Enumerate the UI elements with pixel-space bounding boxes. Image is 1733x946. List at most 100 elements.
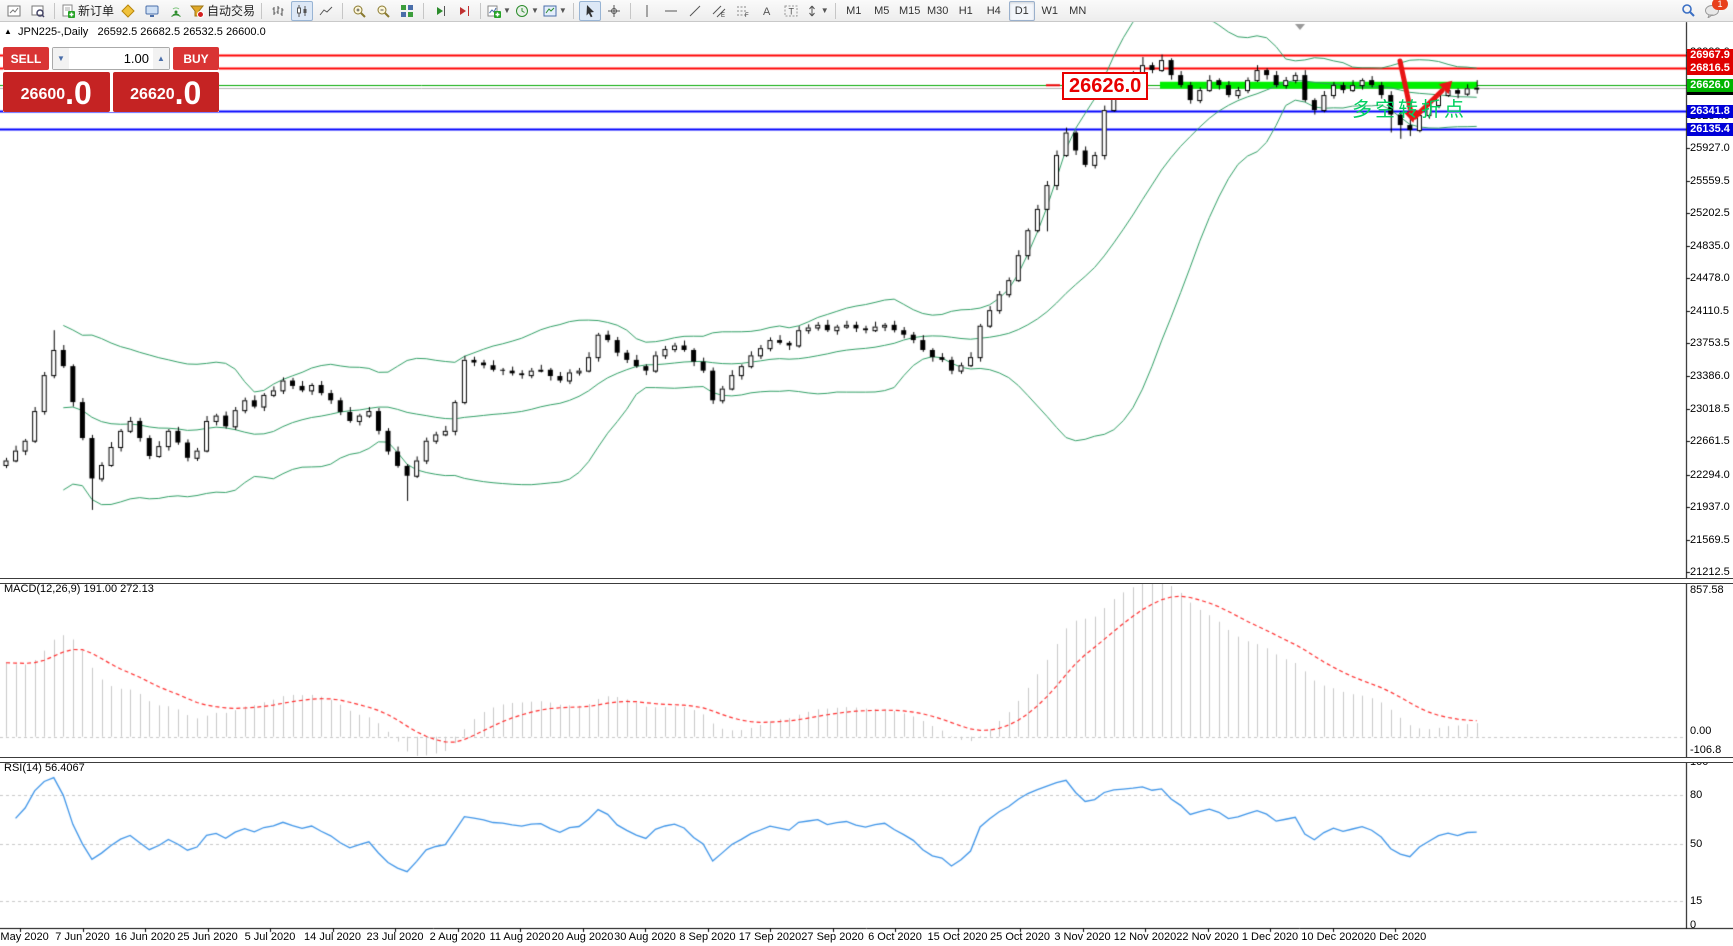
sell-price-display[interactable]: 26600 .0 xyxy=(3,72,110,112)
depth-of-market-icon[interactable] xyxy=(117,1,139,21)
crosshair-tool-icon[interactable] xyxy=(603,1,625,21)
date-axis-label: 5 Jul 2020 xyxy=(245,931,296,943)
fibonacci-tool-icon[interactable]: F xyxy=(732,1,754,21)
price-axis-tick: 25202.5 xyxy=(1690,207,1733,220)
date-axis-label: 8 Sep 2020 xyxy=(679,931,735,943)
signals-icon[interactable] xyxy=(165,1,187,21)
rsi-axis-label: 50 xyxy=(1690,838,1702,850)
price-axis-tick: 23386.0 xyxy=(1690,370,1733,383)
price-axis-tick: 25559.5 xyxy=(1690,175,1733,188)
price-axis-tick: 22661.5 xyxy=(1690,435,1733,448)
line-chart-type-icon[interactable] xyxy=(315,1,337,21)
symbol-period-label: JPN225-,Daily xyxy=(18,26,88,38)
svg-text:F: F xyxy=(745,13,749,18)
macd-axis-label: 0.00 xyxy=(1690,725,1711,737)
macd-panel-separator[interactable] xyxy=(0,578,1733,584)
buy-button[interactable]: BUY xyxy=(173,47,219,70)
templates-menu-icon[interactable]: ▼ xyxy=(542,1,568,21)
price-axis-tick: 23753.5 xyxy=(1690,337,1733,350)
price-axis-tick: 22294.0 xyxy=(1690,469,1733,482)
timeframe-button-m1[interactable]: M1 xyxy=(841,1,867,21)
price-axis-tick: 25927.0 xyxy=(1690,142,1733,155)
rsi-panel-separator[interactable] xyxy=(0,757,1733,763)
notifications-icon[interactable]: 1 xyxy=(1701,1,1723,21)
toolbar-separator xyxy=(835,3,836,19)
price-axis-tick: 21937.0 xyxy=(1690,501,1733,514)
dropdown-arrow-icon: ▼ xyxy=(821,6,829,15)
macd-axis-label: 857.58 xyxy=(1690,584,1724,596)
bar-chart-type-icon[interactable] xyxy=(267,1,289,21)
ohlc-readout: 26592.5 26682.5 26532.5 26600.0 xyxy=(97,26,265,38)
timeframe-button-h1[interactable]: H1 xyxy=(953,1,979,21)
tile-windows-icon[interactable] xyxy=(396,1,418,21)
date-axis-label: 6 Oct 2020 xyxy=(868,931,922,943)
text-label-tool-icon[interactable]: T xyxy=(780,1,802,21)
date-axis-label: 7 Jun 2020 xyxy=(55,931,109,943)
date-axis-label: 8 May 2020 xyxy=(0,931,49,943)
chart-header: ▲ JPN225-,Daily 26592.5 26682.5 26532.5 … xyxy=(4,26,266,38)
zoom-out-icon[interactable] xyxy=(372,1,394,21)
sell-button[interactable]: SELL xyxy=(3,47,49,70)
timeframe-button-w1[interactable]: W1 xyxy=(1037,1,1063,21)
channel-tool-icon[interactable]: E xyxy=(708,1,730,21)
symbol-marker-icon: ▲ xyxy=(4,27,12,36)
price-line-label: 26967.9 xyxy=(1687,49,1733,62)
date-axis-label: 22 Nov 2020 xyxy=(1176,931,1238,943)
macd-indicator-label: MACD(12,26,9) 191.00 272.13 xyxy=(4,583,154,595)
date-axis-label: 12 Nov 2020 xyxy=(1114,931,1176,943)
candlestick-type-icon[interactable] xyxy=(291,1,313,21)
buy-price-display[interactable]: 26620 .0 xyxy=(113,72,220,112)
volume-increase-button[interactable]: ▲ xyxy=(153,48,169,69)
chart-shift-icon[interactable] xyxy=(453,1,475,21)
date-axis-label: 23 Jul 2020 xyxy=(367,931,424,943)
timeframe-button-m30[interactable]: M30 xyxy=(925,1,951,21)
turning-point-note[interactable]: 多空转折点 xyxy=(1352,93,1467,122)
trendline-tool-icon[interactable] xyxy=(684,1,706,21)
date-axis-label: 14 Jul 2020 xyxy=(304,931,361,943)
price-line-label: 26626.0 xyxy=(1687,79,1733,92)
date-axis-label: 17 Sep 2020 xyxy=(739,931,801,943)
auto-trading-button[interactable]: 自动交易 xyxy=(189,1,256,21)
svg-text:T: T xyxy=(788,6,794,16)
date-axis-label: 11 Aug 2020 xyxy=(490,931,551,943)
date-axis-label: 27 Sep 2020 xyxy=(801,931,863,943)
svg-text:A: A xyxy=(763,6,771,18)
price-line-label: 26816.5 xyxy=(1687,62,1733,75)
date-axis-label: 2 Aug 2020 xyxy=(430,931,486,943)
price-callout-label[interactable]: 26626.0 xyxy=(1062,72,1148,100)
volume-decrease-button[interactable]: ▼ xyxy=(53,48,69,69)
dropdown-arrow-icon: ▼ xyxy=(503,6,511,15)
toolbar-separator xyxy=(261,3,262,19)
new-order-label: 新订单 xyxy=(78,2,114,19)
horizontal-line-tool-icon[interactable] xyxy=(660,1,682,21)
date-axis-label: 20 Aug 2020 xyxy=(552,931,614,943)
chart-canvas[interactable] xyxy=(0,0,1733,946)
buy-price-pip: .0 xyxy=(175,76,202,110)
price-axis-tick: 21212.5 xyxy=(1690,566,1733,579)
volume-input[interactable] xyxy=(69,48,153,69)
cursor-tool-icon[interactable] xyxy=(579,1,601,21)
rsi-axis-label: 15 xyxy=(1690,895,1702,907)
one-click-trade-panel: SELL ▼ ▲ BUY 26600 .0 26620 .0 xyxy=(3,47,219,112)
timeframe-button-m15[interactable]: M15 xyxy=(897,1,923,21)
terminal-icon[interactable] xyxy=(141,1,163,21)
profiles-icon[interactable] xyxy=(27,1,49,21)
text-tool-icon[interactable]: A xyxy=(756,1,778,21)
timeframe-button-mn[interactable]: MN xyxy=(1065,1,1091,21)
toolbar-separator xyxy=(630,3,631,19)
arrows-tool-icon[interactable]: ▼ xyxy=(804,1,830,21)
periods-menu-icon[interactable]: ▼ xyxy=(514,1,540,21)
vertical-line-tool-icon[interactable] xyxy=(636,1,658,21)
new-order-button[interactable]: 新订单 xyxy=(60,1,115,21)
timeframe-button-h4[interactable]: H4 xyxy=(981,1,1007,21)
date-axis-label: 25 Oct 2020 xyxy=(990,931,1050,943)
search-icon[interactable] xyxy=(1677,1,1699,21)
zoom-in-icon[interactable] xyxy=(348,1,370,21)
new-chart-icon[interactable] xyxy=(3,1,25,21)
price-axis-tick: 23018.5 xyxy=(1690,403,1733,416)
dropdown-arrow-icon: ▼ xyxy=(559,6,567,15)
timeframe-button-m5[interactable]: M5 xyxy=(869,1,895,21)
auto-scroll-icon[interactable] xyxy=(429,1,451,21)
indicators-menu-icon[interactable]: ▼ xyxy=(486,1,512,21)
timeframe-button-d1[interactable]: D1 xyxy=(1009,1,1035,21)
